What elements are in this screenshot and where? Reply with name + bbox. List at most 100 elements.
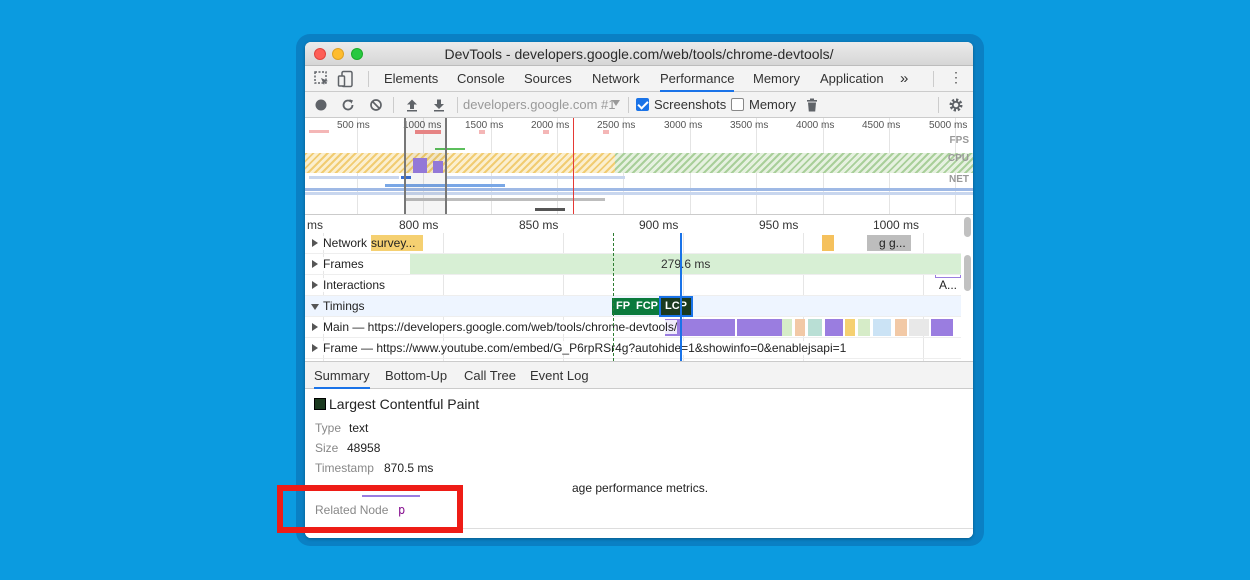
track-network[interactable]: Network survey... g g... (305, 233, 961, 254)
ruler-tick: 850 ms (519, 218, 559, 232)
track-timings[interactable]: Timings FP FCP LCP (305, 296, 961, 317)
description-text: age performance metrics. (572, 481, 709, 495)
toolbar-separator (393, 97, 394, 113)
screenshots-checkbox[interactable] (636, 98, 649, 111)
devtools-window: DevTools - developers.google.com/web/too… (305, 42, 973, 538)
time-ruler: ms 800 ms 850 ms 900 ms 950 ms 1000 ms (305, 215, 973, 233)
ruler-tick: 900 ms (639, 218, 679, 232)
expand-triangle-icon[interactable] (312, 344, 318, 352)
vertical-scrollbar[interactable] (964, 255, 971, 291)
highlight-box (277, 485, 463, 533)
type-label: Type (315, 421, 342, 435)
overview-tick: 3500 ms (730, 120, 769, 131)
tab-summary[interactable]: Summary (314, 362, 370, 389)
track-label-frames: Frames (323, 257, 364, 271)
cpu-activity (305, 153, 615, 173)
lcp-marker[interactable]: LCP (659, 296, 693, 317)
fp-marker[interactable]: FP (612, 298, 635, 315)
track-label-frame: Frame — https://www.youtube.com/embed/G_… (323, 341, 847, 355)
fps-label: FPS (949, 135, 969, 146)
memory-checkbox[interactable] (731, 98, 744, 111)
overview-marker-line (573, 118, 574, 214)
toolbar-separator (628, 97, 629, 113)
overview-tick: 5000 ms (929, 120, 968, 131)
tab-bottom-up[interactable]: Bottom-Up (385, 362, 447, 389)
network-item-label: g g... (879, 236, 906, 250)
fcp-marker[interactable]: FCP (632, 298, 662, 315)
tab-memory[interactable]: Memory (753, 66, 800, 92)
interaction-item[interactable]: A... (939, 278, 957, 292)
ruler-tick: 950 ms (759, 218, 799, 232)
download-profile-icon[interactable] (430, 96, 448, 114)
toolbar-separator (457, 97, 458, 113)
summary-title: Largest Contentful Paint (329, 396, 480, 412)
record-icon[interactable] (312, 96, 330, 114)
details-tab-bar: Summary Bottom-Up Call Tree Event Log (305, 361, 973, 389)
screenshots-label: Screenshots (654, 97, 727, 112)
ruler-tick: ms (307, 218, 323, 232)
fps-mark (479, 130, 485, 134)
track-label-network: Network (323, 236, 368, 250)
fps-mark (309, 130, 329, 133)
fps-mark (603, 130, 609, 134)
expand-triangle-icon[interactable] (312, 239, 318, 247)
device-toolbar-icon[interactable] (337, 70, 355, 88)
frame-duration: 279.6 ms (661, 257, 711, 271)
net-label: NET (949, 174, 969, 185)
track-label-timings: Timings (323, 299, 365, 313)
expand-triangle-icon[interactable] (312, 323, 318, 331)
tab-console[interactable]: Console (457, 66, 505, 92)
lcp-line (680, 233, 682, 361)
lcp-color-swatch (314, 398, 326, 410)
trash-icon[interactable] (803, 96, 821, 114)
expand-triangle-icon[interactable] (312, 281, 318, 289)
timestamp-label: Timestamp (315, 461, 374, 475)
more-tabs-button[interactable]: » (900, 66, 908, 92)
timestamp-value: 870.5 ms (384, 461, 434, 475)
inspect-element-icon[interactable] (313, 70, 331, 88)
window-title: DevTools - developers.google.com/web/too… (444, 46, 834, 62)
tab-call-tree[interactable]: Call Tree (464, 362, 516, 389)
size-value: 48958 (347, 441, 381, 455)
ruler-tick: 800 ms (399, 218, 439, 232)
track-frames[interactable]: 279.6 ms Frames (305, 254, 961, 275)
type-value: text (349, 421, 369, 435)
toolbar-separator (938, 97, 939, 113)
timeline-overview[interactable]: 500 ms 1000 ms 1500 ms 2000 ms 2500 ms 3… (305, 118, 973, 215)
overview-tick: 2000 ms (531, 120, 570, 131)
collapse-triangle-icon[interactable] (311, 304, 319, 310)
reload-icon[interactable] (339, 96, 357, 114)
fp-line (613, 233, 614, 361)
expand-triangle-icon[interactable] (312, 260, 318, 268)
clear-icon[interactable] (367, 96, 385, 114)
track-frame[interactable]: Frame — https://www.youtube.com/embed/G_… (305, 338, 961, 359)
tab-application[interactable]: Application (820, 66, 884, 92)
track-interactions[interactable]: Interactions A... (305, 275, 961, 296)
upload-profile-icon[interactable] (403, 96, 421, 114)
tab-separator (933, 71, 934, 87)
overview-tick: 4500 ms (862, 120, 901, 131)
memory-label: Memory (749, 97, 796, 112)
tab-elements[interactable]: Elements (384, 66, 438, 92)
chevron-down-icon[interactable] (612, 100, 620, 106)
size-label: Size (315, 441, 339, 455)
vertical-scrollbar[interactable] (964, 217, 971, 237)
network-request-bar[interactable] (822, 235, 834, 251)
track-main[interactable]: Main — https://developers.google.com/web… (305, 317, 961, 338)
flame-chart[interactable]: ms 800 ms 850 ms 900 ms 950 ms 1000 ms N… (305, 215, 973, 361)
recording-select[interactable]: developers.google.com #1 (463, 97, 616, 112)
tab-network[interactable]: Network (592, 66, 640, 92)
track-label-interactions: Interactions (323, 278, 386, 292)
gear-icon[interactable] (947, 96, 965, 114)
tab-separator (368, 71, 369, 87)
title-bar: DevTools - developers.google.com/web/too… (305, 42, 973, 66)
tab-performance[interactable]: Performance (660, 66, 735, 92)
fps-mark (543, 130, 549, 134)
overview-tick: 4000 ms (796, 120, 835, 131)
overview-tick: 3000 ms (664, 120, 703, 131)
tab-sources[interactable]: Sources (524, 66, 572, 92)
more-options-icon[interactable]: ⋮ (949, 69, 963, 86)
tab-event-log[interactable]: Event Log (530, 362, 589, 389)
overview-selection-window[interactable] (404, 118, 447, 214)
ruler-tick: 1000 ms (873, 218, 920, 232)
